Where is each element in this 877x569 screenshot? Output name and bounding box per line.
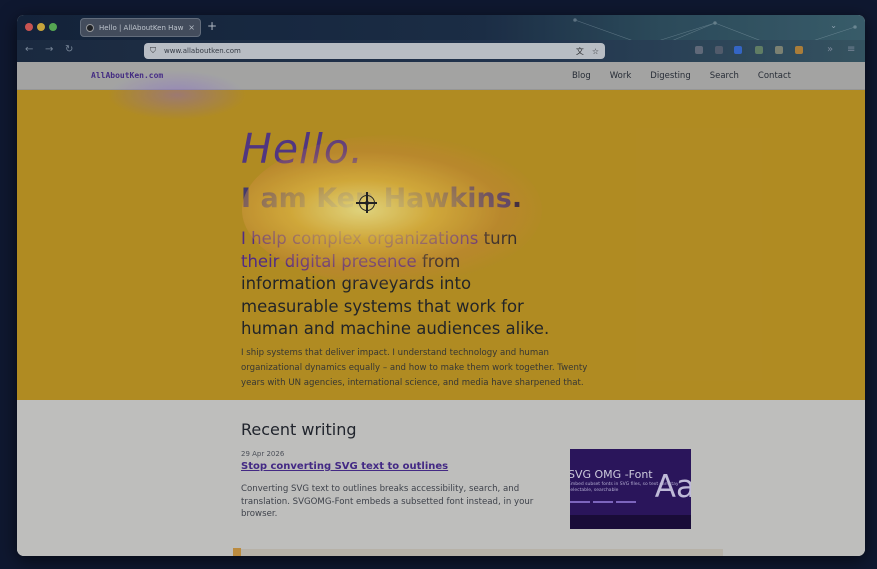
nav-link-blog[interactable]: Blog xyxy=(572,71,591,81)
back-button[interactable]: ← xyxy=(25,44,33,55)
extension-icon[interactable] xyxy=(755,46,763,54)
hero-name-heading: I am Ken Hawkins. xyxy=(241,183,522,214)
extension-icon[interactable] xyxy=(734,46,742,54)
next-post-strip xyxy=(233,549,723,556)
nav-link-digesting[interactable]: Digesting xyxy=(650,71,690,81)
hamburger-menu-icon[interactable]: ≡ xyxy=(847,44,855,55)
new-tab-button[interactable]: + xyxy=(207,19,217,33)
hero-lead: I help complex organizations turn their … xyxy=(241,228,551,341)
extension-icon[interactable] xyxy=(695,46,703,54)
crosshair-cursor-icon xyxy=(356,192,377,213)
hero-greeting: Hello. xyxy=(241,125,364,173)
forward-button[interactable]: → xyxy=(45,44,53,55)
site-logo[interactable]: AllAboutKen.com xyxy=(91,71,163,80)
post-excerpt: Converting SVG text to outlines breaks a… xyxy=(241,484,534,519)
recent-writing-section: Recent writing 29 Apr 2026 Stop converti… xyxy=(17,400,865,556)
nav-link-contact[interactable]: Contact xyxy=(758,71,791,81)
next-post-icon xyxy=(233,548,241,556)
extension-icon[interactable] xyxy=(715,46,723,54)
section-title: Recent writing xyxy=(241,420,357,439)
url-input[interactable]: www.allaboutken.com xyxy=(164,47,568,55)
thumbnail-buttons xyxy=(570,501,691,505)
post-title-link[interactable]: Stop converting SVG text to outlines xyxy=(241,461,448,472)
post-date: 29 Apr 2026 xyxy=(241,450,285,458)
tab-active[interactable]: Hello | AllAboutKen Hawkins × xyxy=(80,18,201,37)
hero-section: Hello. I am Ken Hawkins. I help complex … xyxy=(17,90,865,400)
tab-title: Hello | AllAboutKen Hawkins xyxy=(99,23,184,32)
lead-mid: turn xyxy=(478,229,518,248)
thumbnail-glyph: Aa xyxy=(654,469,691,505)
hero-bio: I ship systems that deliver impact. I un… xyxy=(241,348,588,388)
reload-button[interactable]: ↻ xyxy=(65,44,73,55)
site-nav: Blog Work Digesting Search Contact xyxy=(553,71,791,81)
lead-accent-2: their digital presence xyxy=(241,251,417,271)
nav-link-search[interactable]: Search xyxy=(710,71,739,81)
post-thumbnail[interactable]: SVG OMG -Font Embed subset fonts in SVG … xyxy=(570,449,691,529)
shield-icon[interactable]: ⛉ xyxy=(150,46,156,56)
hero-name-dot: . xyxy=(511,183,523,214)
favicon-icon xyxy=(86,23,94,32)
translate-icon[interactable]: 文 xyxy=(576,46,584,57)
navigation-toolbar: ← → ↻ ⛉ www.allaboutken.com 文 ☆ » ≡ xyxy=(17,40,865,62)
extension-icon[interactable] xyxy=(795,46,803,54)
thumbnail-title: SVG OMG -Font xyxy=(570,468,653,481)
close-window-button[interactable] xyxy=(25,23,33,31)
minimize-window-button[interactable] xyxy=(37,23,45,31)
extension-icon[interactable] xyxy=(775,46,783,54)
bookmark-star-icon[interactable]: ☆ xyxy=(592,47,599,56)
address-bar[interactable]: ⛉ www.allaboutken.com 文 ☆ xyxy=(144,43,605,59)
tab-list-chevron-icon[interactable]: ⌄ xyxy=(830,21,837,30)
hero-name-text: I am Ken Hawkins xyxy=(241,183,512,214)
lead-accent: I help complex organizations xyxy=(241,229,479,248)
browser-window: Hello | AllAboutKen Hawkins × + ⌄ ← → ↻ … xyxy=(17,15,865,556)
site-header: AllAboutKen.com Blog Work Digesting Sear… xyxy=(17,62,865,90)
thumbnail-footer xyxy=(570,515,691,529)
tab-bar: Hello | AllAboutKen Hawkins × + ⌄ xyxy=(17,15,865,61)
overflow-menu-icon[interactable]: » xyxy=(827,44,833,55)
nav-link-work[interactable]: Work xyxy=(610,71,632,81)
maximize-window-button[interactable] xyxy=(49,23,57,31)
tab-close-icon[interactable]: × xyxy=(188,23,195,32)
